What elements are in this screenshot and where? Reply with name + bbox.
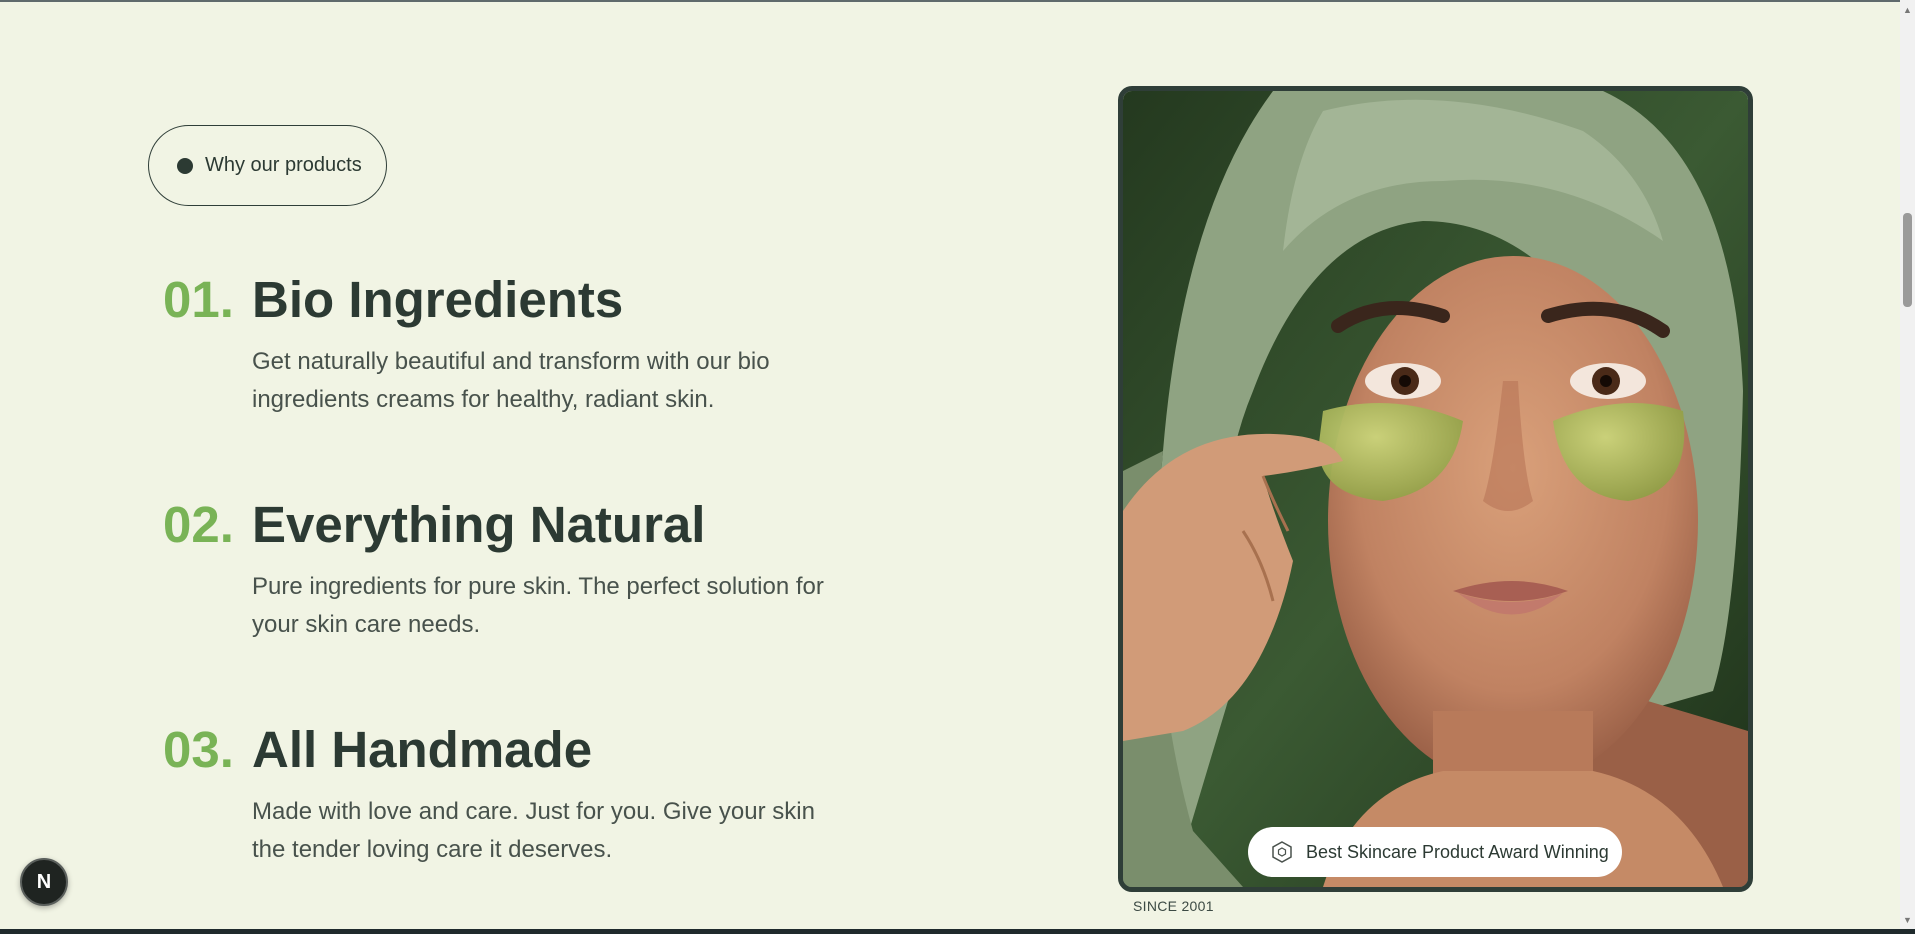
bottom-border-bar xyxy=(0,929,1915,934)
why-our-products-pill: Why our products xyxy=(148,125,387,206)
feature-item-bio-ingredients: 01. Bio Ingredients Get naturally beauti… xyxy=(163,270,863,419)
feature-title: Bio Ingredients xyxy=(252,271,624,328)
scroll-up-arrow-icon[interactable]: ▲ xyxy=(1900,2,1915,17)
feature-description: Get naturally beautiful and transform wi… xyxy=(252,348,770,413)
pill-label: Why our products xyxy=(205,154,362,176)
since-label: SINCE 2001 xyxy=(1133,898,1214,914)
feature-title: Everything Natural xyxy=(252,496,706,553)
feature-number: 03. xyxy=(163,721,234,778)
nextjs-logo-icon[interactable]: N xyxy=(20,858,68,906)
woman-with-eye-patches-illustration xyxy=(1123,91,1748,887)
scrollbar-thumb[interactable] xyxy=(1903,213,1912,307)
feature-item-all-handmade: 03. All Handmade Made with love and care… xyxy=(163,720,863,869)
award-badge: Best Skincare Product Award Winning xyxy=(1248,827,1622,877)
feature-number: 02. xyxy=(163,496,234,553)
award-hexagon-icon xyxy=(1272,841,1292,863)
scroll-down-arrow-icon[interactable]: ▼ xyxy=(1900,912,1915,927)
feature-number: 01. xyxy=(163,271,234,328)
feature-item-everything-natural: 02. Everything Natural Pure ingredients … xyxy=(163,495,863,644)
dev-badge-letter: N xyxy=(36,870,52,893)
feature-description: Made with love and care. Just for you. G… xyxy=(252,798,815,863)
feature-title: All Handmade xyxy=(252,721,593,778)
feature-description: Pure ingredients for pure skin. The perf… xyxy=(252,573,824,638)
vertical-scrollbar[interactable]: ▲ ▼ xyxy=(1900,0,1915,929)
award-text: Best Skincare Product Award Winning xyxy=(1306,841,1609,862)
bullet-dot-icon xyxy=(177,157,193,174)
top-border-line xyxy=(0,0,1915,2)
hero-photo xyxy=(1118,86,1753,892)
